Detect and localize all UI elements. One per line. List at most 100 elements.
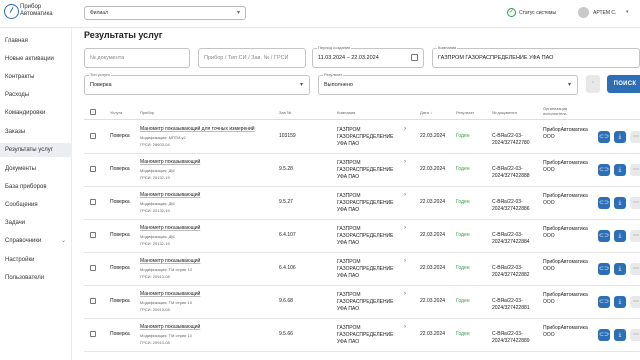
row-date: 22.03.2024 [420, 166, 446, 172]
sidebar-item-messages[interactable]: Сообщения [0, 198, 72, 212]
row-checkbox[interactable] [90, 166, 96, 172]
sidebar-item-documents[interactable]: Документы [0, 162, 72, 176]
more-icon[interactable]: ⋯ [630, 329, 640, 341]
doc-number-input[interactable]: № документа [84, 48, 190, 68]
filial-select[interactable]: Филиал ▾ [84, 6, 246, 20]
header-company[interactable]: Компания [337, 110, 355, 115]
sidebar-item-service-results[interactable]: Результаты услуг [0, 143, 72, 157]
more-icon[interactable]: ⋯ [630, 296, 640, 308]
link-icon[interactable]: ⊂⊃ [598, 164, 610, 176]
more-icon[interactable]: ⋯ [630, 263, 640, 275]
row-checkbox[interactable] [90, 265, 96, 271]
chevron-right-icon[interactable]: › [404, 225, 406, 231]
header-device[interactable]: Прибор [140, 110, 154, 115]
result-select[interactable]: Результат Выполнено ▾ [318, 72, 578, 95]
header-serial[interactable]: Зав № [279, 110, 291, 115]
company-select[interactable]: Компания ГАЗПРОМ ГАЗОРАСПРЕДЕЛЕНИЕ УФА П… [432, 45, 640, 68]
link-icon[interactable]: ⊂⊃ [598, 131, 610, 143]
chevron-right-icon[interactable]: › [404, 258, 406, 264]
link-icon[interactable]: ⊂⊃ [598, 329, 610, 341]
link-icon[interactable]: ⊂⊃ [598, 197, 610, 209]
select-all-checkbox[interactable] [90, 109, 96, 115]
download-icon[interactable]: ⤓ [614, 296, 626, 308]
user-menu-chevron-icon[interactable]: ▾ [626, 9, 629, 15]
table-row[interactable]: Поверка Манометр показывающий Модификация:… [84, 187, 640, 220]
row-checkbox[interactable] [90, 199, 96, 205]
sidebar-item-home[interactable]: Главная [0, 34, 72, 48]
row-doc-line: С-ВЯа/22-03- [492, 166, 523, 172]
result-value: Выполнено [324, 82, 353, 88]
row-doc-line: 2024/327422780 [492, 140, 530, 146]
row-device-link[interactable]: Манометр показывающий для точных измерен… [140, 126, 255, 132]
more-icon[interactable]: ⋯ [630, 164, 640, 176]
sidebar-item-expenses[interactable]: Расходы [0, 88, 72, 102]
avatar[interactable] [578, 7, 589, 18]
link-icon[interactable]: ⊂⊃ [598, 296, 610, 308]
row-device-link[interactable]: Манометр показывающий [140, 192, 200, 198]
row-org: ПриборАвтоматика ООО [543, 259, 588, 273]
row-company: ГАЗПРОМ ГАЗОРАСПРЕДЕЛЕНИЕ УФА ПАО [337, 226, 393, 247]
sort-down-icon: ↓ [429, 110, 432, 115]
chevron-right-icon[interactable]: › [404, 324, 406, 330]
row-company-line: ГАЗОРАСПРЕДЕЛЕНИЕ [337, 200, 394, 206]
table-row[interactable]: Поверка Манометр показывающий для точных … [84, 121, 640, 154]
table-row[interactable]: Поверка Манометр показывающий Модификация:… [84, 253, 640, 286]
row-device-link[interactable]: Манометр показывающий [140, 258, 200, 264]
system-status-link[interactable]: Статус системы [519, 10, 556, 16]
user-name[interactable]: АРТЕМ С. [593, 10, 616, 16]
header-service[interactable]: Услуга [110, 110, 122, 115]
sidebar-item-users[interactable]: Пользователи [0, 271, 72, 285]
chevron-right-icon[interactable]: › [404, 192, 406, 198]
download-icon[interactable]: ⤓ [614, 263, 626, 275]
row-device-link[interactable]: Манометр показывающий [140, 225, 200, 231]
sidebar-item-new-activations[interactable]: Новые активации [0, 52, 72, 66]
sidebar-item-tasks[interactable]: Задачи [0, 216, 72, 230]
table-row[interactable]: Поверка Манометр показывающий Модификация:… [84, 286, 640, 319]
search-button[interactable]: ПОИСК [607, 75, 640, 93]
more-icon[interactable]: ⋯ [630, 131, 640, 143]
collapse-filters-button[interactable]: ⌃ [586, 75, 600, 93]
row-checkbox[interactable] [90, 331, 96, 337]
table-row[interactable]: Поверка Манометр показывающий Модификация:… [84, 154, 640, 187]
row-device-modification: Модификация: ДМ [140, 168, 175, 173]
row-device-link[interactable]: Манометр показывающий [140, 159, 200, 165]
download-icon[interactable]: ⤓ [614, 230, 626, 242]
sidebar-item-trips[interactable]: Командировки [0, 106, 72, 120]
chevron-right-icon[interactable]: › [404, 291, 406, 297]
sidebar-item-orders[interactable]: Заказы [0, 125, 72, 139]
calendar-icon[interactable] [411, 54, 418, 61]
row-checkbox[interactable] [90, 232, 96, 238]
more-icon[interactable]: ⋯ [630, 230, 640, 242]
chevron-right-icon[interactable]: › [404, 126, 406, 132]
header-date[interactable]: Дата ↓ [420, 110, 432, 115]
download-icon[interactable]: ⤓ [614, 329, 626, 341]
sidebar-item-settings[interactable]: Настройки [0, 253, 72, 267]
row-checkbox[interactable] [90, 298, 96, 304]
header-doc-number[interactable]: № документа [492, 110, 517, 115]
row-result-status: Годен [456, 265, 470, 271]
chevron-right-icon[interactable]: › [404, 159, 406, 165]
table-row[interactable]: Поверка Манометр показывающий Модификация:… [84, 220, 640, 253]
download-icon[interactable]: ⤓ [614, 131, 626, 143]
period-date-range[interactable]: Период создания 11.03.2024 – 22.03.2024 [312, 45, 424, 68]
download-icon[interactable]: ⤓ [614, 164, 626, 176]
service-type-select[interactable]: Тип услуги Поверка ▾ [84, 72, 310, 95]
row-result-status: Годен [456, 166, 470, 172]
row-device-link[interactable]: Манометр показывающий [140, 291, 200, 297]
link-icon[interactable]: ⊂⊃ [598, 263, 610, 275]
result-label: Результат [323, 72, 344, 77]
header-result[interactable]: Результат [456, 110, 474, 115]
row-device-link[interactable]: Манометр показывающий [140, 324, 200, 330]
sidebar-item-device-base[interactable]: База приборов [0, 180, 72, 194]
table-row[interactable]: Поверка Манометр показывающий Модификация:… [84, 319, 640, 352]
row-checkbox[interactable] [90, 133, 96, 139]
download-icon[interactable]: ⤓ [614, 197, 626, 209]
sidebar-item-references[interactable]: Справочники ⌄ [0, 234, 72, 248]
link-icon[interactable]: ⊂⊃ [598, 230, 610, 242]
row-company-line: ГАЗПРОМ [337, 259, 361, 265]
more-icon[interactable]: ⋯ [630, 197, 640, 209]
header-org[interactable]: Организация исполнитель [543, 106, 567, 116]
device-search-input[interactable]: Прибор / Тип СИ / Зав. № / ГРСИ [198, 48, 306, 68]
row-serial: 6.4.106 [279, 265, 296, 271]
sidebar-item-contracts[interactable]: Контракты [0, 70, 72, 84]
